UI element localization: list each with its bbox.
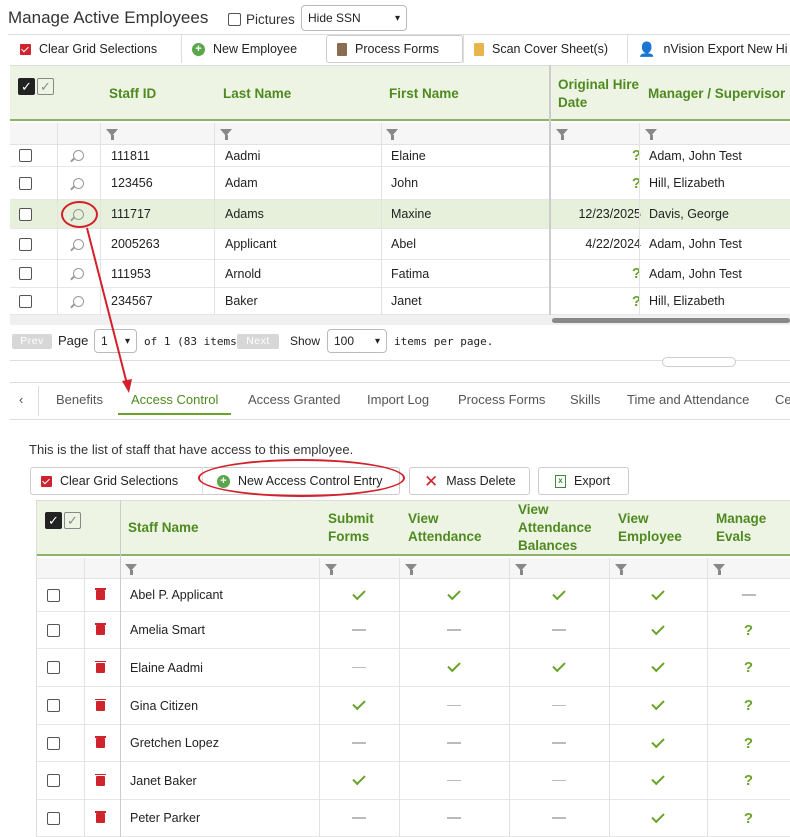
annotation-arrow	[86, 227, 132, 393]
